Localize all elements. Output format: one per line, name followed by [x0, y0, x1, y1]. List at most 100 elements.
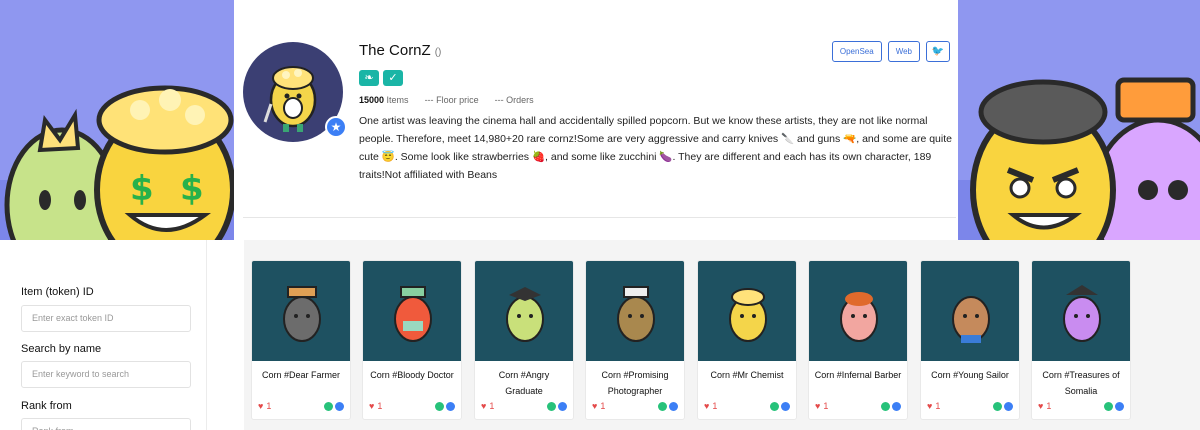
rarity-icon — [547, 401, 556, 411]
nft-name: Corn #Angry Graduate — [498, 370, 550, 396]
nft-image — [1032, 261, 1130, 361]
heart-icon: ♥ — [369, 401, 375, 411]
nft-image — [921, 261, 1019, 361]
heart-icon: ♥ — [592, 401, 598, 411]
owner-icon — [558, 401, 567, 411]
nft-card[interactable]: Corn #Dear Farmer ♥ 1 — [251, 260, 351, 420]
owner-icon — [446, 401, 455, 411]
rarity-icon — [770, 401, 779, 411]
likes[interactable]: ♥ 1 — [592, 401, 605, 411]
token-id-label: Item (token) ID — [21, 286, 94, 298]
rank-from-label: Rank from — [21, 400, 72, 412]
banner-art-right — [970, 77, 1200, 240]
search-name-input[interactable]: Enter keyword to search — [21, 361, 191, 388]
likes[interactable]: ♥ 1 — [481, 401, 494, 411]
nft-footer: ♥ 1 — [592, 401, 678, 411]
rarity-icon — [435, 401, 444, 411]
nft-card[interactable]: Corn #Infernal Barber ♥ 1 — [808, 260, 908, 420]
card-icons — [658, 401, 678, 411]
nft-footer: ♥ 1 — [815, 401, 901, 411]
likes[interactable]: ♥ 1 — [369, 401, 382, 411]
likes[interactable]: ♥ 1 — [815, 401, 828, 411]
rank-from-input[interactable]: Rank from — [21, 418, 191, 430]
owner-icon — [781, 401, 790, 411]
nft-card[interactable]: Corn #Young Sailor ♥ 1 — [920, 260, 1020, 420]
opensea-link-button[interactable]: OpenSea — [831, 41, 882, 62]
heart-icon: ♥ — [481, 401, 487, 411]
search-name-label: Search by name — [21, 343, 102, 355]
nft-name: Corn #Young Sailor — [931, 370, 1009, 380]
nft-card[interactable]: Corn #Mr Chemist ♥ 1 — [697, 260, 797, 420]
twitter-icon: 🐦 — [931, 46, 945, 57]
floor-price-stat: --- Floor price — [424, 95, 479, 105]
nft-grid: Corn #Dear Farmer ♥ 1 Corn #Bloody Doctor… — [244, 240, 1200, 430]
badges: ❧ ✓ — [359, 70, 403, 86]
nft-card[interactable]: Corn #Treasures of Somalia ♥ 1 — [1031, 260, 1131, 420]
rarity-icon — [324, 401, 333, 411]
rarity-icon — [658, 401, 667, 411]
nft-card[interactable]: Corn #Bloody Doctor ♥ 1 — [362, 260, 462, 420]
collection-description: One artist was leaving the cinema hall a… — [359, 115, 952, 181]
svg-text:$: $ — [130, 169, 154, 209]
nft-image — [698, 261, 796, 361]
nft-image — [252, 261, 350, 361]
nft-name: Corn #Dear Farmer — [261, 370, 341, 380]
twitter-link-button[interactable]: 🐦 — [926, 41, 950, 62]
nft-name: Corn #Infernal Barber — [814, 370, 902, 380]
nft-image — [475, 261, 573, 361]
card-icons — [547, 401, 567, 411]
leaf-badge-icon[interactable]: ❧ — [359, 70, 379, 86]
rarity-icon — [881, 401, 890, 411]
nft-image — [586, 261, 684, 361]
card-icons — [881, 401, 901, 411]
heart-icon: ♥ — [815, 401, 821, 411]
nft-footer: ♥ 1 — [927, 401, 1013, 411]
nft-name: Corn #Treasures of Somalia — [1042, 370, 1120, 396]
nft-footer: ♥ 1 — [258, 401, 344, 411]
nft-footer: ♥ 1 — [481, 401, 567, 411]
owner-icon — [1004, 401, 1013, 411]
heart-icon: ♥ — [1038, 401, 1044, 411]
heart-icon: ♥ — [704, 401, 710, 411]
owner-icon — [669, 401, 678, 411]
heart-icon: ♥ — [927, 401, 933, 411]
avatar-container: ★ — [243, 42, 347, 142]
orders-stat: --- Orders — [494, 95, 534, 105]
collection-title: The CornZ — [359, 42, 431, 59]
verified-star-icon: ★ — [325, 116, 347, 138]
nft-image — [363, 261, 461, 361]
card-icons — [993, 401, 1013, 411]
card-icons — [435, 401, 455, 411]
likes[interactable]: ♥ 1 — [927, 401, 940, 411]
likes[interactable]: ♥ 1 — [258, 401, 271, 411]
nft-name: Corn #Promising Photographer — [601, 370, 669, 396]
token-id-input[interactable]: Enter exact token ID — [21, 305, 191, 332]
profile-card: ★ The CornZ () ❧ ✓ 15000 Items --- Floor… — [234, 0, 958, 240]
heart-icon: ♥ — [258, 401, 264, 411]
items-stat: 15000 Items — [359, 95, 409, 105]
card-icons — [1104, 401, 1124, 411]
nft-card[interactable]: Corn #Angry Graduate ♥ 1 — [474, 260, 574, 420]
owner-icon — [1115, 401, 1124, 411]
filters-sidebar: Item (token) ID Enter exact token ID Sea… — [0, 240, 207, 430]
banner-art-left: $ $ — [4, 85, 234, 240]
rarity-icon — [993, 401, 1002, 411]
collection-title-suffix: () — [434, 47, 442, 58]
nft-card[interactable]: Corn #Promising Photographer ♥ 1 — [585, 260, 685, 420]
card-icons — [324, 401, 344, 411]
rarity-icon — [1104, 401, 1113, 411]
owner-icon — [335, 401, 344, 411]
nft-name: Corn #Mr Chemist — [710, 370, 784, 380]
nft-image — [809, 261, 907, 361]
likes[interactable]: ♥ 1 — [704, 401, 717, 411]
verified-badge-icon[interactable]: ✓ — [383, 70, 403, 86]
card-icons — [770, 401, 790, 411]
likes[interactable]: ♥ 1 — [1038, 401, 1051, 411]
owner-icon — [892, 401, 901, 411]
nft-name: Corn #Bloody Doctor — [370, 370, 454, 380]
divider — [243, 217, 956, 218]
title-row: The CornZ () — [359, 42, 441, 59]
web-link-button[interactable]: Web — [887, 41, 920, 62]
external-links: OpenSea Web 🐦 — [831, 41, 950, 62]
nft-footer: ♥ 1 — [369, 401, 455, 411]
